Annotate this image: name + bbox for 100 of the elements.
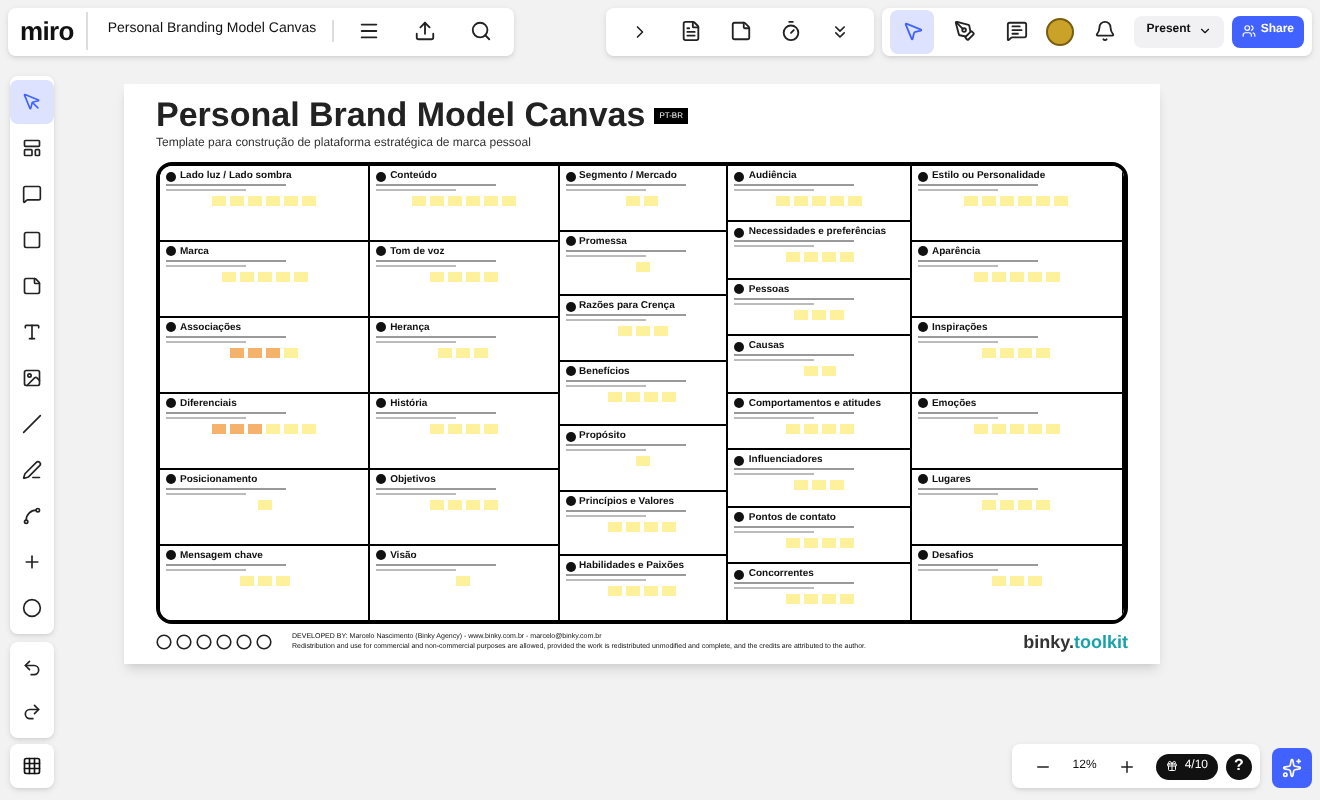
sticky-note[interactable] bbox=[501, 196, 516, 206]
sticky-note[interactable] bbox=[1009, 575, 1024, 586]
sticky-note[interactable] bbox=[429, 423, 444, 434]
sticky-note[interactable] bbox=[239, 271, 254, 282]
sticky-note[interactable] bbox=[617, 326, 632, 336]
sticky-note[interactable] bbox=[257, 271, 272, 282]
sticky-note[interactable] bbox=[973, 271, 988, 282]
sticky-note[interactable] bbox=[1027, 575, 1042, 586]
sticky-note[interactable] bbox=[839, 537, 854, 548]
sticky-note[interactable] bbox=[644, 391, 659, 401]
sticky-note[interactable] bbox=[803, 423, 818, 434]
sticky-note[interactable] bbox=[447, 423, 462, 434]
sticky-note[interactable] bbox=[785, 537, 800, 548]
sticky-note[interactable] bbox=[803, 537, 818, 548]
sticky-note[interactable] bbox=[626, 521, 641, 531]
sticky-note[interactable] bbox=[284, 196, 299, 206]
sticky-note[interactable] bbox=[991, 271, 1006, 282]
sticky-note[interactable] bbox=[635, 326, 650, 336]
sticky-note[interactable] bbox=[483, 271, 498, 282]
sticky-note[interactable] bbox=[230, 423, 245, 434]
sticky-note[interactable] bbox=[1000, 499, 1015, 510]
sticky-note[interactable] bbox=[812, 196, 827, 206]
sticky-note[interactable] bbox=[1036, 499, 1051, 510]
sticky-note[interactable] bbox=[626, 391, 641, 401]
sticky-note[interactable] bbox=[465, 423, 480, 434]
sticky-note[interactable] bbox=[248, 347, 263, 358]
sticky-note[interactable] bbox=[257, 499, 272, 510]
sticky-note[interactable] bbox=[1009, 271, 1024, 282]
sticky-note[interactable] bbox=[839, 252, 854, 263]
frames-button[interactable] bbox=[10, 744, 54, 788]
sticky-note[interactable] bbox=[456, 575, 471, 586]
sticky-note[interactable] bbox=[608, 391, 623, 401]
sticky-note[interactable] bbox=[465, 196, 480, 206]
sticky-note[interactable] bbox=[635, 456, 650, 466]
sticky-note[interactable] bbox=[1027, 271, 1042, 282]
sticky-note[interactable] bbox=[973, 423, 988, 434]
sticky-note[interactable] bbox=[1000, 196, 1015, 206]
sticky-note[interactable] bbox=[438, 347, 453, 358]
sticky-note[interactable] bbox=[284, 347, 299, 358]
sticky-note[interactable] bbox=[230, 196, 245, 206]
sticky-note[interactable] bbox=[803, 594, 818, 605]
sticky-note[interactable] bbox=[284, 423, 299, 434]
sticky-note[interactable] bbox=[1027, 423, 1042, 434]
avatar[interactable] bbox=[1046, 17, 1075, 45]
sticky-note[interactable] bbox=[1018, 196, 1033, 206]
cursor-icon[interactable] bbox=[890, 9, 935, 53]
sticky-note[interactable] bbox=[626, 586, 641, 596]
sticky-note[interactable] bbox=[1018, 499, 1033, 510]
sticky-note[interactable] bbox=[429, 196, 444, 206]
sticky-note[interactable] bbox=[848, 196, 863, 206]
sticky-note[interactable] bbox=[1036, 196, 1051, 206]
sticky-note[interactable] bbox=[662, 521, 677, 531]
select-icon[interactable] bbox=[10, 80, 54, 124]
sticky-note[interactable] bbox=[644, 196, 659, 206]
sticky-note[interactable] bbox=[483, 423, 498, 434]
sticky-note[interactable] bbox=[839, 594, 854, 605]
sticky-note[interactable] bbox=[635, 261, 650, 271]
sticky-note[interactable] bbox=[465, 271, 480, 282]
sticky-note[interactable] bbox=[275, 575, 290, 586]
sticky-note[interactable] bbox=[821, 537, 836, 548]
logo[interactable]: miro bbox=[20, 11, 88, 51]
sticky-note[interactable] bbox=[230, 347, 245, 358]
sticky-note[interactable] bbox=[803, 366, 818, 377]
sticky-note[interactable] bbox=[794, 480, 809, 491]
sticky-note[interactable] bbox=[776, 196, 791, 206]
sticky-note[interactable] bbox=[447, 499, 462, 510]
sticky-note[interactable] bbox=[1036, 347, 1051, 358]
sticky-note[interactable] bbox=[483, 499, 498, 510]
sticky-note[interactable] bbox=[456, 347, 471, 358]
sticky-note[interactable] bbox=[474, 347, 489, 358]
help-button[interactable]: ? bbox=[1226, 753, 1252, 779]
sticky-note[interactable] bbox=[794, 196, 809, 206]
sticky-note[interactable] bbox=[964, 196, 979, 206]
sticky-note[interactable] bbox=[1018, 347, 1033, 358]
sticky-note[interactable] bbox=[1045, 271, 1060, 282]
sticky-note[interactable] bbox=[239, 575, 254, 586]
sticky-note[interactable] bbox=[662, 586, 677, 596]
sticky-note[interactable] bbox=[644, 586, 659, 596]
sticky-note[interactable] bbox=[257, 575, 272, 586]
sticky-note[interactable] bbox=[248, 423, 263, 434]
sticky-note[interactable] bbox=[465, 499, 480, 510]
sticky-note[interactable] bbox=[830, 309, 845, 320]
sticky-note[interactable] bbox=[785, 594, 800, 605]
sticky-note[interactable] bbox=[803, 252, 818, 263]
sticky-note[interactable] bbox=[293, 271, 308, 282]
sticky-note[interactable] bbox=[1000, 347, 1015, 358]
sticky-note[interactable] bbox=[794, 309, 809, 320]
sticky-note[interactable] bbox=[608, 521, 623, 531]
sticky-note[interactable] bbox=[302, 423, 317, 434]
sticky-note[interactable] bbox=[812, 480, 827, 491]
sticky-note[interactable] bbox=[653, 326, 668, 336]
sticky-note[interactable] bbox=[982, 347, 997, 358]
sticky-note[interactable] bbox=[266, 423, 281, 434]
sticky-note[interactable] bbox=[982, 499, 997, 510]
sticky-note[interactable] bbox=[821, 423, 836, 434]
sticky-note[interactable] bbox=[839, 423, 854, 434]
sticky-note[interactable] bbox=[812, 309, 827, 320]
sticky-note[interactable] bbox=[785, 423, 800, 434]
sticky-note[interactable] bbox=[608, 586, 623, 596]
sticky-note[interactable] bbox=[447, 271, 462, 282]
